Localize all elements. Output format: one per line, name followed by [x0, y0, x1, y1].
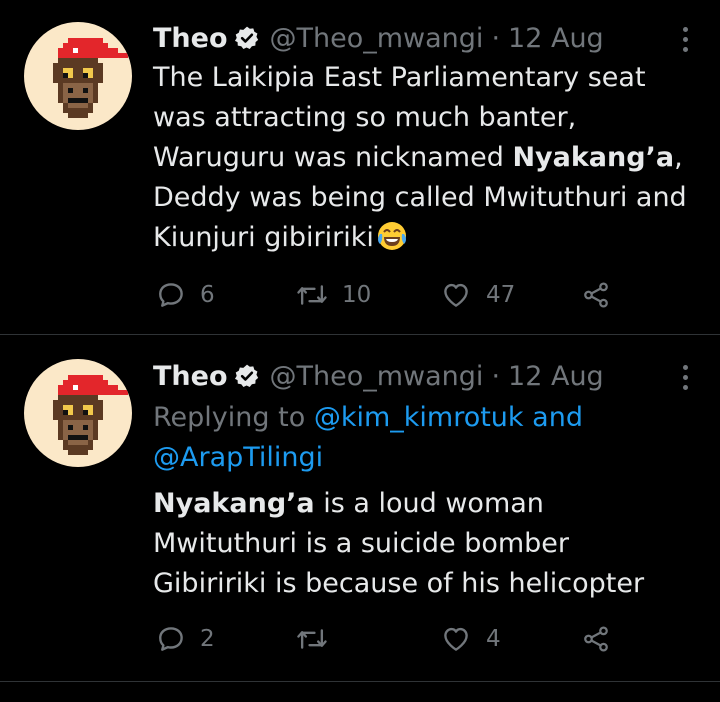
- reply-icon: [156, 280, 186, 310]
- retweet-icon: [296, 624, 328, 654]
- avatar[interactable]: [24, 22, 132, 130]
- reply-button[interactable]: 2: [156, 624, 215, 654]
- mention-link[interactable]: @kim_kimrotuk: [314, 402, 524, 433]
- share-icon: [580, 280, 612, 310]
- text-segment: Kiunjuri gibiririki: [153, 222, 374, 253]
- like-icon: [440, 280, 472, 310]
- tweet-text-line: Kiunjuri gibiririki: [153, 218, 687, 264]
- reply-button[interactable]: 6: [156, 280, 215, 310]
- author-name[interactable]: Theo: [153, 23, 228, 54]
- like-count: 47: [486, 282, 516, 308]
- share-button[interactable]: [580, 280, 612, 310]
- tweet-text-line: Mwituthuri is a suicide bomber: [153, 524, 644, 564]
- tweet-text-line: was attracting so much banter,: [153, 98, 687, 138]
- tweet[interactable]: Theo @Theo_mwangi · 12 Aug The Laikipia …: [0, 0, 720, 335]
- tweet-header: Theo @Theo_mwangi · 12 Aug: [153, 356, 604, 396]
- reply-count: 2: [200, 626, 215, 652]
- mention-link[interactable]: @ArapTilingi: [153, 442, 323, 473]
- author-handle[interactable]: @Theo_mwangi: [270, 361, 484, 392]
- tweet-text-line: The Laikipia East Parliamentary seat: [153, 58, 687, 98]
- share-button[interactable]: [580, 624, 612, 654]
- bold-text: Nyakang’a: [153, 488, 315, 519]
- tweet-text-line: Gibiririki is because of his helicopter: [153, 564, 644, 604]
- text-segment: was attracting so much banter,: [153, 102, 577, 133]
- separator-dot: ·: [491, 22, 501, 54]
- tweet-text: Nyakang’a is a loud woman Mwituthuri is a…: [153, 484, 644, 604]
- retweet-button[interactable]: 10: [296, 280, 371, 310]
- tweet-date[interactable]: 12 Aug: [508, 361, 604, 392]
- retweet-button[interactable]: [296, 624, 328, 654]
- verified-badge-icon: [234, 363, 260, 389]
- like-button[interactable]: 4: [440, 624, 501, 654]
- avatar[interactable]: [24, 359, 132, 467]
- text-segment: Gibiririki is because of his helicopter: [153, 568, 645, 599]
- tweet-text-line: Nyakang’a is a loud woman: [153, 484, 644, 524]
- retweet-count: 10: [342, 282, 372, 308]
- bold-text: Nyakang’a: [512, 142, 675, 173]
- retweet-icon: [296, 280, 328, 310]
- like-icon: [440, 624, 472, 654]
- text-segment: Waruguru was nicknamed: [153, 142, 513, 173]
- like-count: 4: [486, 626, 501, 652]
- tweet-text-line: Waruguru was nicknamed Nyakang’a,: [153, 138, 687, 178]
- reply-context: Replying to @kim_kimrotuk and @ArapTilin…: [153, 398, 583, 478]
- tweet-text: The Laikipia East Parliamentary seat was …: [153, 58, 687, 264]
- separator-dot: ·: [491, 360, 501, 392]
- text-segment: ,: [674, 142, 683, 173]
- like-button[interactable]: 47: [440, 280, 515, 310]
- verified-badge-icon: [234, 25, 260, 51]
- text-segment: is a loud woman: [314, 488, 544, 519]
- author-name[interactable]: Theo: [153, 361, 228, 392]
- tweet-date[interactable]: 12 Aug: [508, 23, 604, 54]
- more-dots-icon[interactable]: [680, 27, 690, 52]
- reply-count: 6: [200, 282, 215, 308]
- text-segment: Mwituthuri is a suicide bomber: [153, 528, 570, 559]
- reply-icon: [156, 624, 186, 654]
- face-with-tears-of-joy-emoji: [376, 220, 408, 264]
- tweet[interactable]: Theo @Theo_mwangi · 12 Aug Replying to @…: [0, 335, 720, 682]
- author-handle[interactable]: @Theo_mwangi: [270, 23, 484, 54]
- replying-to-label: Replying to: [153, 402, 306, 433]
- text-segment: The Laikipia East Parliamentary seat: [153, 62, 646, 93]
- text-segment: Deddy was being called Mwituthuri and: [153, 182, 687, 213]
- action-bar: 6 10 47: [156, 280, 636, 310]
- more-dots-icon[interactable]: [680, 365, 690, 390]
- action-bar: 2 4: [156, 624, 636, 654]
- reply-joiner[interactable]: and: [532, 402, 583, 433]
- tweet-header: Theo @Theo_mwangi · 12 Aug: [153, 18, 604, 58]
- tweet-text-line: Deddy was being called Mwituthuri and: [153, 178, 687, 218]
- share-icon: [580, 624, 612, 654]
